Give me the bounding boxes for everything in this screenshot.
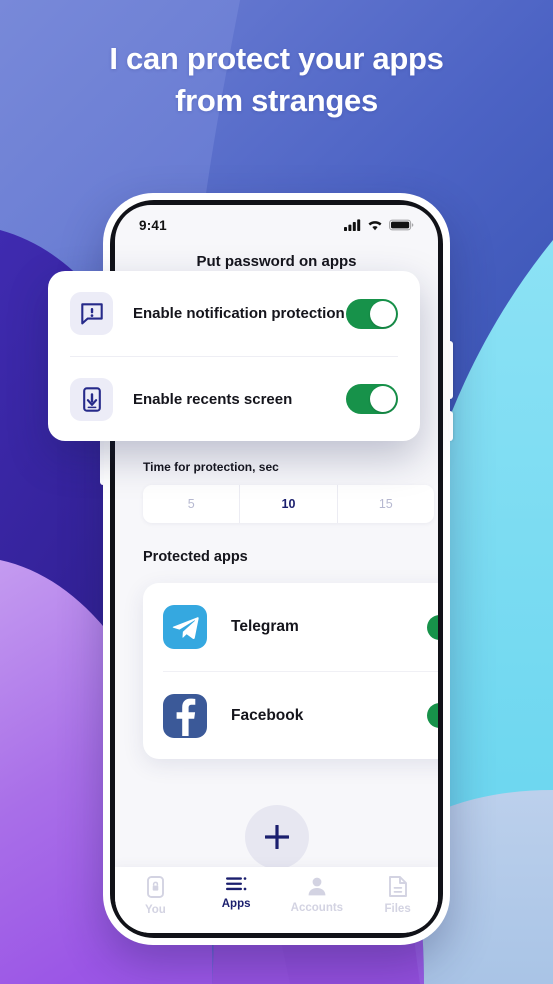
- facebook-f-glyph: [176, 698, 196, 736]
- toggle-knob: [370, 300, 396, 327]
- settings-overlay-card: Enable notification protection Enable re…: [48, 271, 420, 441]
- plus-icon: [264, 825, 289, 849]
- phone-arrow-down-glyph: [82, 386, 101, 412]
- nav-item-you[interactable]: You: [115, 876, 196, 916]
- protected-apps-card: Telegram Facebook: [143, 583, 438, 759]
- notification-alert-icon: [70, 292, 113, 335]
- nav-label-apps: Apps: [221, 898, 251, 910]
- nav-item-files[interactable]: Files: [357, 876, 438, 915]
- battery-icon: [389, 219, 414, 231]
- setting-label-notification-protection: Enable notification protection: [133, 305, 345, 322]
- speech-bubble-alert-glyph: [80, 302, 103, 324]
- phone-download-icon: [70, 377, 113, 421]
- time-protection-label: Time for protection, sec: [143, 460, 279, 474]
- app-name-facebook: Facebook: [231, 706, 304, 724]
- nav-item-accounts[interactable]: Accounts: [277, 876, 358, 914]
- protected-apps-title: Protected apps: [143, 549, 248, 565]
- time-option-15[interactable]: 15: [336, 485, 434, 523]
- setting-row-recents-screen[interactable]: Enable recents screen: [70, 356, 398, 441]
- list-icon: [225, 877, 246, 891]
- app-name-telegram: Telegram: [231, 618, 299, 635]
- toggle-telegram[interactable]: [427, 614, 438, 640]
- toggle-recents-screen[interactable]: [346, 384, 398, 414]
- status-time: 9:41: [139, 217, 167, 233]
- time-protection-selector[interactable]: 5 10 15: [143, 485, 434, 523]
- paper-plane-glyph: [172, 616, 199, 639]
- document-icon: [388, 876, 407, 897]
- toggle-notification-protection[interactable]: [346, 298, 398, 329]
- nav-label-you: You: [144, 904, 166, 916]
- setting-row-notification-protection[interactable]: Enable notification protection: [70, 271, 398, 356]
- bottom-navigation: You Apps Accounts Files: [115, 867, 438, 933]
- app-row-facebook[interactable]: Facebook: [163, 671, 438, 759]
- nav-label-accounts: Accounts: [290, 902, 344, 914]
- time-option-5[interactable]: 5: [143, 485, 239, 523]
- screen-title: Put password on apps: [196, 253, 357, 270]
- page-headline: I can protect your apps from stranges: [0, 38, 553, 121]
- status-bar: 9:41: [115, 205, 438, 245]
- add-app-button[interactable]: [244, 805, 309, 869]
- headline-line-2: from stranges: [175, 82, 378, 118]
- telegram-icon: [163, 605, 207, 649]
- phone-power-button: [449, 341, 453, 399]
- toggle-knob: [370, 386, 396, 412]
- phone-lock-icon: [146, 876, 164, 898]
- person-icon: [308, 877, 326, 896]
- wifi-icon: [368, 221, 382, 231]
- nav-label-files: Files: [384, 903, 411, 915]
- cellular-signal-icon: [344, 219, 361, 231]
- setting-label-recents-screen: Enable recents screen: [133, 390, 293, 408]
- time-option-10[interactable]: 10: [239, 485, 336, 523]
- toggle-facebook[interactable]: [427, 703, 438, 728]
- nav-item-apps[interactable]: Apps: [196, 876, 277, 910]
- facebook-icon: [163, 693, 207, 738]
- app-row-telegram[interactable]: Telegram: [163, 583, 438, 671]
- headline-line-1: I can protect your apps: [109, 41, 444, 76]
- status-icons: [344, 219, 414, 231]
- phone-side-button: [449, 411, 453, 441]
